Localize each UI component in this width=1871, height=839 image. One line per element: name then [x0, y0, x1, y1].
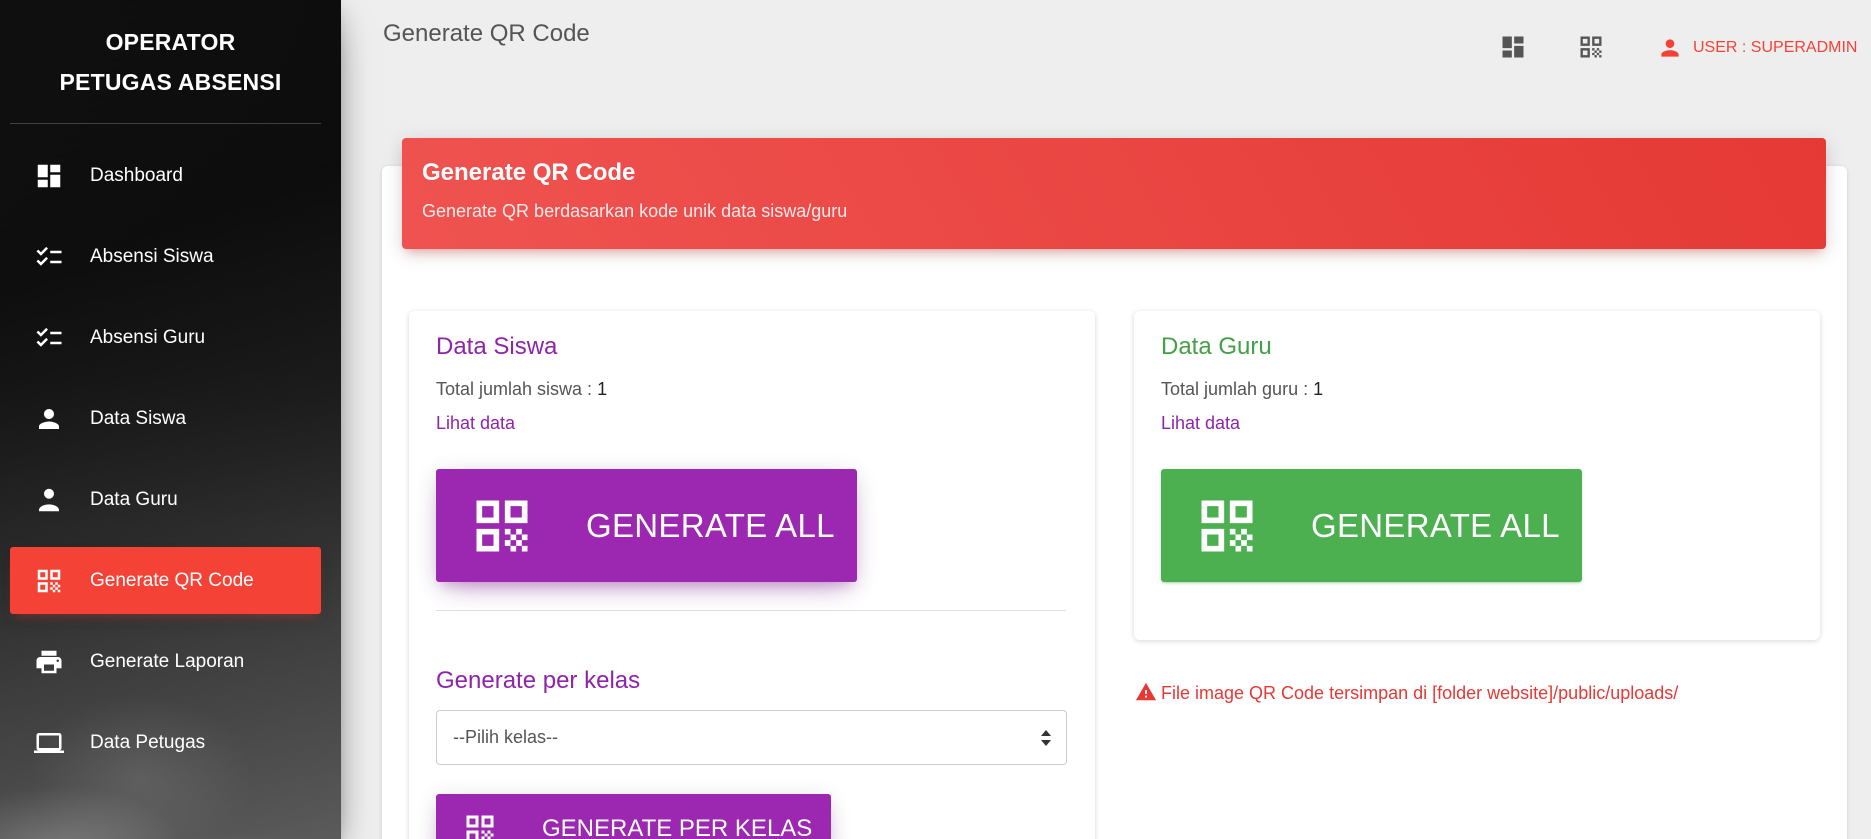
sidebar-item-label: Generate QR Code — [90, 569, 254, 591]
person-icon — [1661, 39, 1679, 57]
guru-generate-all-button[interactable]: GENERATE ALL — [1161, 469, 1582, 582]
sidebar-item-absensi-siswa[interactable]: Absensi Siswa — [10, 223, 321, 290]
sidebar-item-data-siswa[interactable]: Data Siswa — [10, 385, 321, 452]
printer-icon — [32, 645, 66, 679]
dashboard-icon[interactable] — [1496, 30, 1530, 64]
card-title: Generate QR Code — [422, 159, 636, 186]
person-icon — [32, 402, 66, 436]
user-menu[interactable]: USER : SUPERADMIN — [1657, 31, 1857, 65]
storage-note: File image QR Code tersimpan di [folder … — [1135, 682, 1679, 704]
warning-icon — [1135, 682, 1157, 700]
sidebar-item-label: Absensi Guru — [90, 326, 206, 348]
brand-line-1: OPERATOR — [105, 28, 236, 55]
button-label: GENERATE PER KELAS — [542, 815, 813, 839]
laptop-icon — [32, 726, 66, 760]
person-icon — [32, 483, 66, 517]
qr-code-icon — [32, 564, 66, 598]
sidebar-item-label: Data Siswa — [90, 407, 187, 429]
data-siswa-title: Data Siswa — [436, 333, 558, 360]
card-subtitle: Generate QR berdasarkan kode unik data s… — [422, 201, 848, 221]
sidebar-item-label: Absensi Siswa — [90, 245, 214, 267]
siswa-total-value: 1 — [597, 379, 608, 399]
siswa-total-label: Total jumlah siswa : — [436, 379, 598, 399]
checklist-icon — [32, 321, 66, 355]
qr-code-icon — [462, 811, 498, 839]
guru-lihat-data-link[interactable]: Lihat data — [1161, 413, 1240, 434]
siswa-generate-all-button[interactable]: GENERATE ALL — [436, 469, 857, 582]
sidebar-nav: Dashboard Absensi Siswa Absensi Guru Dat… — [0, 142, 341, 776]
data-siswa-card: Data Siswa Total jumlah siswa : 1 Lihat … — [409, 311, 1095, 839]
sidebar-brand: OPERATOR PETUGAS ABSENSI — [10, 0, 321, 124]
guru-total: Total jumlah guru : 1 — [1161, 379, 1323, 400]
storage-note-text: File image QR Code tersimpan di [folder … — [1161, 683, 1679, 703]
data-guru-card: Data Guru Total jumlah guru : 1 Lihat da… — [1134, 311, 1820, 640]
dashboard-icon — [32, 159, 66, 193]
kelas-select[interactable]: --Pilih kelas-- — [436, 710, 1067, 765]
divider — [436, 610, 1066, 611]
sidebar-item-label: Dashboard — [90, 164, 183, 186]
sidebar-item-dashboard[interactable]: Dashboard — [10, 142, 321, 209]
card-header: Generate QR Code Generate QR berdasarkan… — [402, 138, 1826, 249]
siswa-lihat-data-link[interactable]: Lihat data — [436, 413, 515, 434]
user-label: USER : SUPERADMIN — [1693, 39, 1858, 56]
sidebar-item-generate-laporan[interactable]: Generate Laporan — [10, 628, 321, 695]
generate-per-kelas-button[interactable]: GENERATE PER KELAS — [436, 794, 831, 839]
qr-code-icon[interactable] — [1574, 30, 1608, 64]
generate-per-kelas-title: Generate per kelas — [436, 667, 641, 694]
guru-total-label: Total jumlah guru : — [1161, 379, 1314, 399]
sidebar-item-generate-qr-code[interactable]: Generate QR Code — [10, 547, 321, 614]
guru-total-value: 1 — [1313, 379, 1324, 399]
qr-code-icon — [468, 492, 536, 560]
sidebar-item-data-petugas[interactable]: Data Petugas — [10, 709, 321, 776]
kelas-select-value: --Pilih kelas-- — [453, 727, 559, 747]
data-guru-title: Data Guru — [1161, 333, 1272, 360]
sidebar-item-label: Generate Laporan — [90, 650, 245, 672]
qr-code-icon — [1193, 492, 1261, 560]
button-label: GENERATE ALL — [1311, 506, 1560, 544]
sidebar-item-absensi-guru[interactable]: Absensi Guru — [10, 304, 321, 371]
topbar-icons — [1496, 30, 1608, 64]
select-arrows-icon — [1041, 730, 1051, 746]
sidebar-item-label: Data Petugas — [90, 731, 206, 753]
sidebar: OPERATOR PETUGAS ABSENSI Dashboard Absen… — [0, 0, 341, 839]
button-label: GENERATE ALL — [586, 506, 835, 544]
checklist-icon — [32, 240, 66, 274]
brand-line-2: PETUGAS ABSENSI — [59, 68, 282, 95]
siswa-total: Total jumlah siswa : 1 — [436, 379, 607, 400]
sidebar-item-data-guru[interactable]: Data Guru — [10, 466, 321, 533]
sidebar-item-label: Data Guru — [90, 488, 178, 510]
page-title: Generate QR Code — [383, 20, 590, 47]
